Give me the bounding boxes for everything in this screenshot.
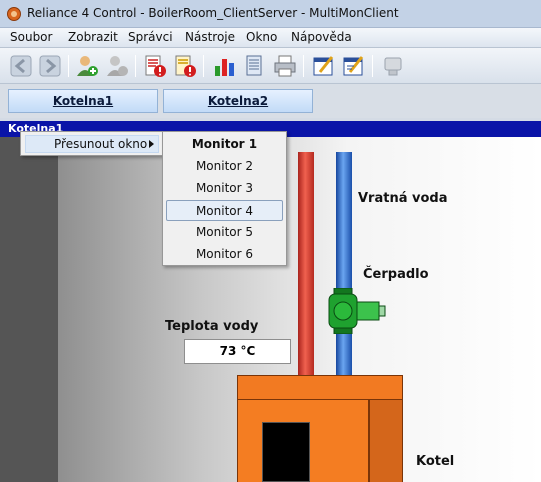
- back-arrow-icon[interactable]: [9, 54, 33, 78]
- pump-icon[interactable]: [326, 287, 386, 335]
- disconnect-icon[interactable]: [381, 54, 405, 78]
- boiler-door: [262, 422, 310, 482]
- remove-user-icon[interactable]: [105, 54, 129, 78]
- menu-soubor[interactable]: Soubor: [10, 30, 52, 44]
- move-window-label: Přesunout okno: [54, 137, 148, 151]
- menu-item-monitor-2[interactable]: Monitor 2: [166, 156, 283, 177]
- temperature-label: Teplota vody: [165, 319, 259, 334]
- menu-item-monitor-3[interactable]: Monitor 3: [166, 178, 283, 199]
- alarm-list-icon[interactable]: [143, 54, 167, 78]
- menu-item-monitor-1[interactable]: Monitor 1: [166, 134, 283, 155]
- menu-spravci[interactable]: Správci: [128, 30, 173, 44]
- menu-okno[interactable]: Okno: [246, 30, 277, 44]
- move-window-menu-item[interactable]: Přesunout okno: [25, 135, 159, 153]
- boiler-side: [369, 399, 403, 482]
- menu-item-monitor-5[interactable]: Monitor 5: [166, 222, 283, 243]
- tab-kotelna1[interactable]: Kotelna1: [8, 89, 158, 113]
- window-title: Reliance 4 Control - BoilerRoom_ClientSe…: [27, 6, 399, 20]
- tab-kotelna2[interactable]: Kotelna2: [163, 89, 313, 113]
- edit-window-2-icon[interactable]: [342, 54, 366, 78]
- menu-nastroje[interactable]: Nástroje: [185, 30, 235, 44]
- toolbar-separator: [303, 55, 304, 77]
- toolbar-separator: [68, 55, 69, 77]
- monitor-submenu: Monitor 1 Monitor 2 Monitor 3 Monitor 4 …: [162, 131, 287, 266]
- menu-zobrazit[interactable]: Zobrazit: [68, 30, 118, 44]
- add-user-icon[interactable]: [75, 54, 99, 78]
- toolbar-separator: [372, 55, 373, 77]
- boiler-room-scene: Vratná voda Čerpadlo Teplota vody 73 °C …: [58, 137, 541, 482]
- edit-window-icon[interactable]: [312, 54, 336, 78]
- app-icon[interactable]: [7, 7, 21, 21]
- bar-chart-icon[interactable]: [212, 54, 236, 78]
- menu-item-monitor-4[interactable]: Monitor 4: [166, 200, 283, 221]
- return-water-label: Vratná voda: [358, 191, 448, 206]
- menu-napoveda[interactable]: Nápověda: [291, 30, 352, 44]
- toolbar-separator: [203, 55, 204, 77]
- title-bar[interactable]: Reliance 4 Control - BoilerRoom_ClientSe…: [0, 0, 541, 28]
- toolbar: [0, 48, 541, 84]
- menu-bar: Soubor Zobrazit Správci Nástroje Okno Ná…: [0, 28, 541, 48]
- forward-arrow-icon[interactable]: [38, 54, 62, 78]
- print-icon[interactable]: [273, 54, 297, 78]
- hot-water-pipe: [298, 152, 314, 397]
- pump-label: Čerpadlo: [363, 267, 429, 282]
- toolbar-separator: [135, 55, 136, 77]
- alarm-history-icon[interactable]: [173, 54, 197, 78]
- boiler-label: Kotel: [416, 454, 455, 469]
- temperature-display: 73 °C: [184, 339, 291, 364]
- submenu-arrow-icon: [149, 140, 154, 148]
- menu-item-monitor-6[interactable]: Monitor 6: [166, 244, 283, 265]
- database-icon[interactable]: [243, 54, 267, 78]
- return-water-pipe: [336, 152, 352, 397]
- context-menu: Přesunout okno: [20, 131, 164, 156]
- screen-tab-bar: Kotelna1 Kotelna2: [0, 84, 541, 118]
